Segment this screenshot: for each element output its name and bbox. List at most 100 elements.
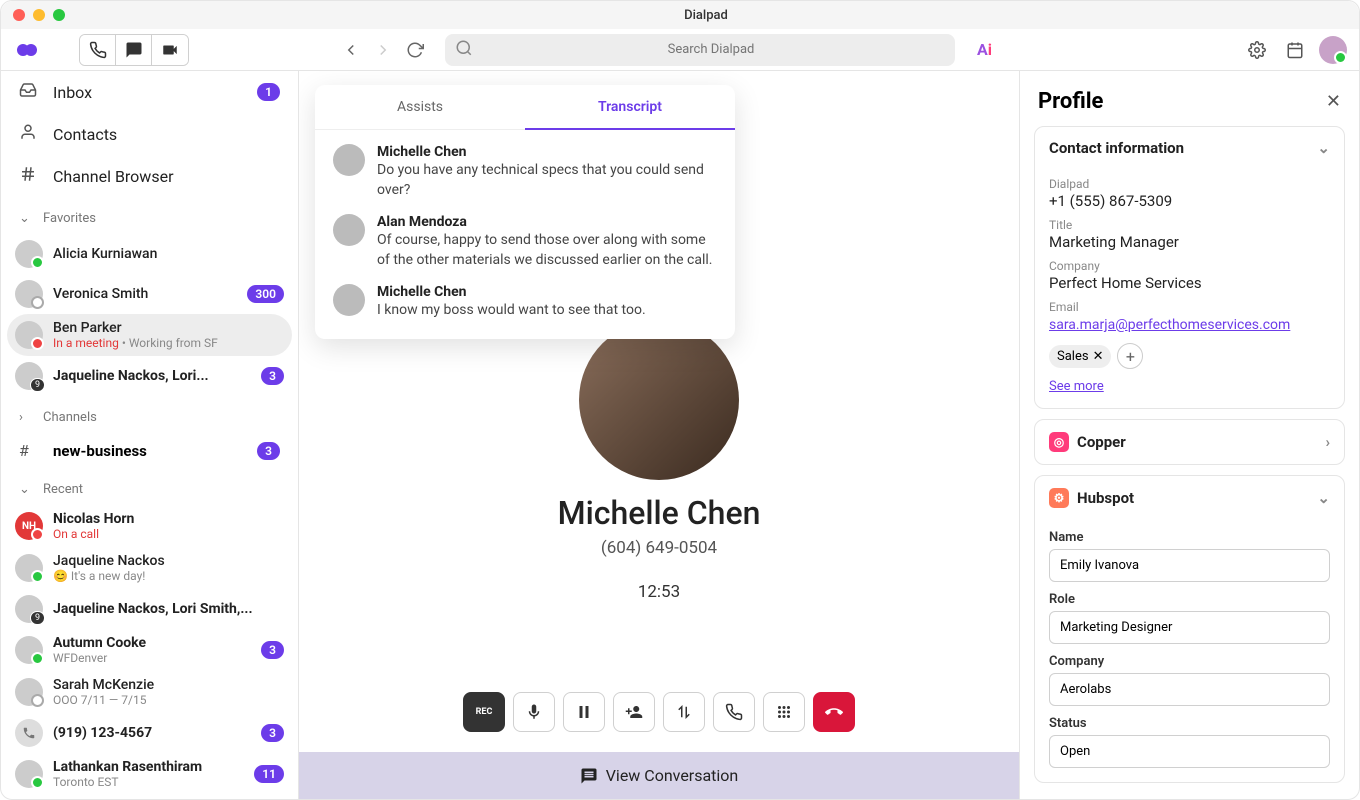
hangup-button[interactable] (813, 692, 855, 732)
settings-button[interactable] (1243, 36, 1271, 64)
ai-icon[interactable]: Ai (977, 40, 992, 59)
calendar-button[interactable] (1281, 36, 1309, 64)
contact-info-header[interactable]: Contact information ⌄ (1035, 127, 1344, 169)
caller-avatar (579, 320, 739, 480)
hubspot-role-label: Role (1049, 592, 1330, 607)
channel-item[interactable]: #new-business3 (1, 433, 298, 468)
contact-sub: 😊 It's a new day! (53, 569, 284, 583)
transfer-button[interactable] (663, 692, 705, 732)
hubspot-status-label: Status (1049, 716, 1330, 731)
hubspot-name-input[interactable] (1049, 549, 1330, 582)
dialpad-button[interactable] (763, 692, 805, 732)
avatar (15, 321, 43, 349)
profile-email[interactable]: sara.marja@perfecthomeservices.com (1049, 317, 1290, 333)
quick-call-buttons (79, 34, 189, 66)
profile-header: Profile ✕ (1020, 71, 1359, 126)
hubspot-company-input[interactable] (1049, 673, 1330, 706)
titlebar: Dialpad (1, 1, 1359, 29)
record-button[interactable]: REC (463, 692, 505, 732)
nav-arrows (337, 36, 429, 64)
contact-name: Alicia Kurniawan (53, 246, 284, 262)
nav-channel-browser[interactable]: Channel Browser (1, 155, 298, 197)
hubspot-name-label: Name (1049, 530, 1330, 545)
phone-button[interactable] (80, 35, 116, 65)
unread-badge: 3 (261, 641, 284, 659)
call-timer: 12:53 (638, 582, 680, 602)
nav-channel-browser-label: Channel Browser (53, 167, 280, 186)
recent-item[interactable]: Lathankan RasenthiramToronto EST11 (1, 753, 298, 795)
call-options-button[interactable] (713, 692, 755, 732)
hubspot-status-input[interactable] (1049, 735, 1330, 768)
message-author: Michelle Chen (377, 144, 717, 160)
minimize-window[interactable] (33, 9, 45, 21)
tab-assists[interactable]: Assists (315, 85, 525, 129)
section-favorites[interactable]: ⌄ Favorites (1, 203, 298, 234)
recent-item[interactable]: (919) 123-45673 (1, 713, 298, 753)
mute-button[interactable] (513, 692, 555, 732)
tab-transcript[interactable]: Transcript (525, 85, 735, 129)
avatar (15, 240, 43, 268)
avatar (15, 719, 43, 747)
message-button[interactable] (116, 35, 152, 65)
close-profile-button[interactable]: ✕ (1326, 91, 1341, 112)
chevron-right-icon: › (19, 410, 33, 425)
hubspot-company-label: Company (1049, 654, 1330, 669)
add-participant-button[interactable] (613, 692, 655, 732)
video-button[interactable] (152, 35, 188, 65)
transcript-tabs: Assists Transcript (315, 85, 735, 130)
nav-contacts[interactable]: Contacts (1, 113, 298, 155)
see-more-link[interactable]: See more (1049, 379, 1104, 394)
close-window[interactable] (13, 9, 25, 21)
copper-header[interactable]: ◎ Copper › (1035, 420, 1344, 464)
chevron-down-icon: ⌄ (1317, 489, 1330, 507)
contact-info-card: Contact information ⌄ Dialpad +1 (555) 8… (1034, 126, 1345, 409)
profile-job-title: Marketing Manager (1049, 233, 1330, 251)
back-button[interactable] (337, 36, 365, 64)
user-avatar[interactable] (1319, 36, 1347, 64)
message-author: Alan Mendoza (377, 214, 717, 230)
favorite-item[interactable]: Ben ParkerIn a meeting • Working from SF (7, 314, 292, 356)
recent-item[interactable]: 24Bill Yackey, Sam Maliksi, J.P.... (1, 795, 298, 799)
hold-button[interactable] (563, 692, 605, 732)
favorite-item[interactable]: Veronica Smith300 (1, 274, 298, 314)
call-controls: REC (463, 692, 855, 732)
favorite-item[interactable]: 9Jaqueline Nackos, Lori...3 (1, 356, 298, 396)
section-channels[interactable]: › Channels (1, 402, 298, 433)
hubspot-role-input[interactable] (1049, 611, 1330, 644)
hubspot-header[interactable]: ⚙ Hubspot ⌄ (1035, 476, 1344, 520)
search-input[interactable] (445, 34, 955, 66)
recent-item[interactable]: Jaqueline Nackos😊 It's a new day! (1, 547, 298, 589)
recent-item[interactable]: Autumn CookeWFDenver3 (1, 629, 298, 671)
section-recent[interactable]: ⌄ Recent (1, 474, 298, 505)
unread-badge: 3 (261, 367, 284, 385)
recent-item[interactable]: NHNicolas HornOn a call (1, 505, 298, 547)
nav-contacts-label: Contacts (53, 125, 280, 144)
transcript-message: Michelle ChenI know my boss would want t… (333, 284, 717, 321)
recent-item[interactable]: Sarah McKenzieOOO 7/11 — 7/15 (1, 671, 298, 713)
nav-inbox-label: Inbox (53, 83, 243, 102)
transcript-body: Michelle ChenDo you have any technical s… (315, 130, 735, 339)
maximize-window[interactable] (53, 9, 65, 21)
favorite-item[interactable]: Alicia Kurniawan (1, 234, 298, 274)
tag-sales[interactable]: Sales ✕ (1049, 345, 1111, 368)
recent-item[interactable]: 9Jaqueline Nackos, Lori Smith,... (1, 589, 298, 629)
chevron-down-icon: ⌄ (19, 482, 33, 497)
transcript-message: Michelle ChenDo you have any technical s… (333, 144, 717, 200)
contact-sub: On a call (53, 527, 284, 541)
topbar-right (1243, 36, 1347, 64)
profile-title: Profile (1038, 89, 1103, 114)
avatar (15, 760, 43, 788)
dialpad-logo[interactable] (13, 36, 41, 64)
channels-label: Channels (43, 410, 97, 425)
refresh-button[interactable] (401, 36, 429, 64)
forward-button[interactable] (369, 36, 397, 64)
center-panel: Assists Transcript Michelle ChenDo you h… (299, 71, 1019, 799)
nav-inbox[interactable]: Inbox 1 (1, 71, 298, 113)
avatar: 9 (15, 595, 43, 623)
message-text: Of course, happy to send those over alon… (377, 231, 717, 270)
view-conversation-button[interactable]: View Conversation (299, 752, 1019, 799)
chat-icon (580, 767, 598, 785)
add-tag-button[interactable]: + (1117, 343, 1143, 369)
contact-name: Nicolas Horn (53, 511, 284, 527)
remove-tag-icon[interactable]: ✕ (1093, 349, 1104, 364)
